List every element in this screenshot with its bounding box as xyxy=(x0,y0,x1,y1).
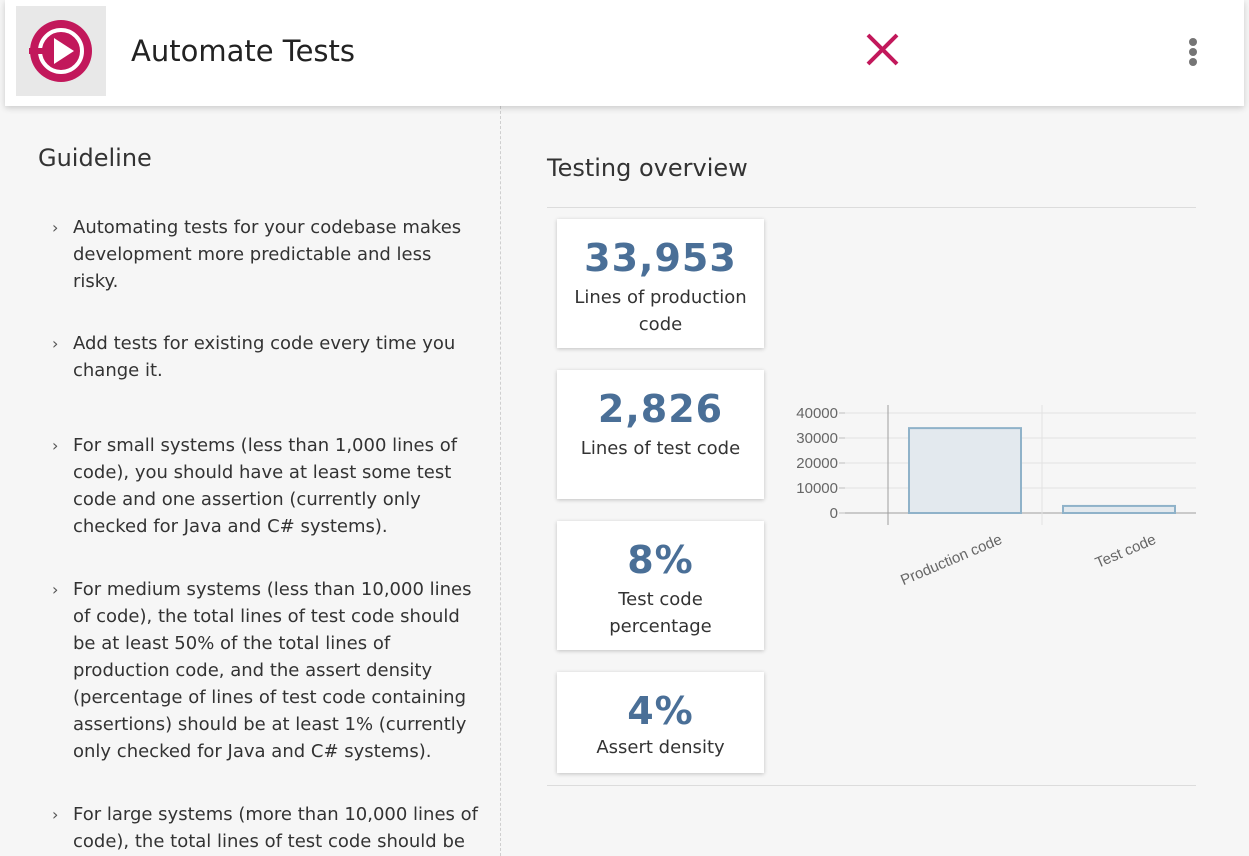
y-tick-label: 10000 xyxy=(796,480,838,497)
more-vertical-icon-dot xyxy=(1189,58,1197,66)
list-item: › For small systems (less than 1,000 lin… xyxy=(52,432,482,540)
app-logo xyxy=(16,6,106,96)
app-header: Automate Tests xyxy=(5,0,1244,106)
testing-overview-panel: Testing overview 33,953 Lines of product… xyxy=(502,106,1249,856)
list-item: › For medium systems (less than 10,000 l… xyxy=(52,576,482,765)
chevron-right-icon: › xyxy=(52,218,59,237)
metric-label: Assert density xyxy=(596,737,725,758)
bar-chart: 40000 30000 20000 10000 0 Production code Test… xyxy=(796,405,1196,589)
metric-value: 33,953 xyxy=(584,236,737,280)
list-item: › Automating tests for your codebase mak… xyxy=(52,214,482,295)
chevron-right-icon: › xyxy=(52,805,59,824)
guideline-panel: Guideline › Automating tests for your co… xyxy=(0,106,501,856)
more-vertical-icon xyxy=(1189,38,1197,46)
more-menu-button[interactable] xyxy=(1181,36,1205,68)
bar xyxy=(908,427,1022,514)
chevron-right-icon: › xyxy=(52,334,59,353)
metric-label: Test code percentage xyxy=(609,589,712,637)
y-tick-label: 20000 xyxy=(796,455,838,472)
chevron-right-icon: › xyxy=(52,580,59,599)
metric-value: 8% xyxy=(627,538,694,582)
overview-title: Testing overview xyxy=(547,154,748,182)
more-vertical-icon-dot xyxy=(1189,48,1197,56)
list-item: › For large systems (more than 10,000 li… xyxy=(52,801,482,855)
metric-value: 4% xyxy=(627,689,694,733)
guideline-text: For small systems (less than 1,000 lines… xyxy=(73,435,458,537)
metric-label: Lines of production code xyxy=(574,287,747,335)
y-tick-label: 40000 xyxy=(796,405,838,422)
page-title: Automate Tests xyxy=(131,34,355,68)
metric-card-assert-density: 4% Assert density xyxy=(557,672,764,773)
metric-value: 2,826 xyxy=(597,387,724,431)
guideline-title: Guideline xyxy=(38,144,152,172)
guideline-text: Add tests for existing code every time y… xyxy=(73,333,456,381)
close-icon xyxy=(866,33,899,66)
y-tick-label: 0 xyxy=(830,505,838,522)
chevron-right-icon: › xyxy=(52,436,59,455)
x-tick-label: Production code xyxy=(898,531,1004,589)
metric-label: Lines of test code xyxy=(580,438,741,459)
divider xyxy=(547,207,1196,208)
y-tick-label: 30000 xyxy=(796,430,838,447)
metric-card-test-lines: 2,826 Lines of test code xyxy=(557,370,764,499)
close-button[interactable] xyxy=(862,30,902,70)
divider xyxy=(547,785,1196,786)
play-circle-logo-icon xyxy=(29,20,92,82)
bar xyxy=(1062,504,1176,514)
guideline-text: For large systems (more than 10,000 line… xyxy=(73,804,478,852)
x-tick-label: Test code xyxy=(1093,531,1159,572)
guideline-text: For medium systems (less than 10,000 lin… xyxy=(73,579,472,762)
list-item: › Add tests for existing code every time… xyxy=(52,330,482,384)
lines-of-code-chart: 40000 30000 20000 10000 0 Production code Test… xyxy=(784,391,1204,611)
guideline-text: Automating tests for your codebase makes… xyxy=(73,217,462,292)
metric-card-test-percentage: 8% Test code percentage xyxy=(557,521,764,650)
metric-card-production-lines: 33,953 Lines of production code xyxy=(557,219,764,348)
